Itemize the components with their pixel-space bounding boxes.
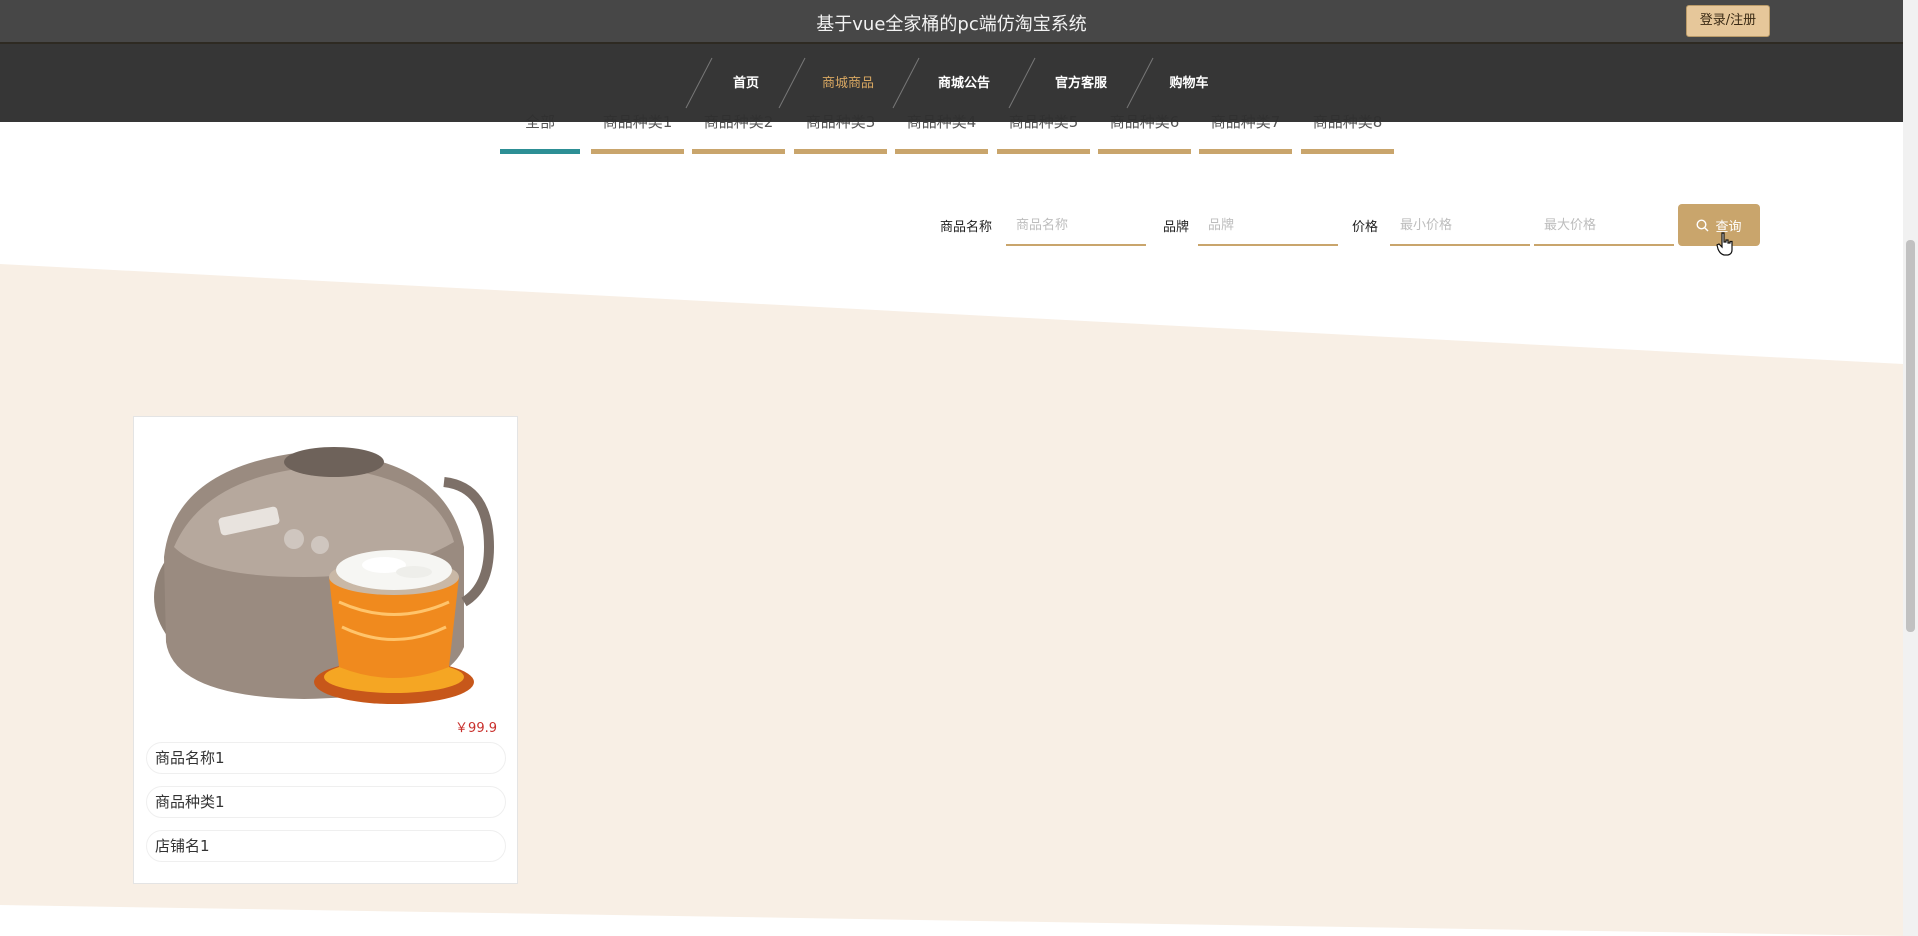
- product-name-label: 商品名称: [940, 220, 993, 235]
- product-price: ￥99.9: [455, 721, 497, 736]
- scrollbar[interactable]: [1903, 0, 1918, 936]
- hand-cursor-icon: [1716, 232, 1733, 256]
- price-label: 价格: [1352, 220, 1379, 235]
- scrollbar-thumb[interactable]: [1906, 240, 1915, 632]
- site-title: 基于vue全家桶的pc端仿淘宝系统: [816, 14, 1087, 35]
- login-register-button[interactable]: 登录/注册: [1686, 5, 1770, 37]
- min-price-input[interactable]: [1390, 206, 1530, 246]
- page: 全部 商品种类1 商品种类2 商品种类3 商品种类4 商品种类5 商品种类6 商…: [0, 0, 1918, 936]
- nav-dividers: [685, 57, 1154, 109]
- brand-label: 品牌: [1163, 220, 1190, 235]
- product-shop: 店铺名1: [146, 830, 506, 862]
- max-price-input[interactable]: [1534, 206, 1674, 246]
- search-icon: [1696, 218, 1709, 231]
- top-header: 基于vue全家桶的pc端仿淘宝系统 登录/注册: [0, 0, 1903, 44]
- product-image[interactable]: [144, 427, 507, 705]
- product-category: 商品种类1: [146, 786, 506, 818]
- product-card[interactable]: ￥99.9 商品名称1 商品种类1 店铺名1: [133, 416, 518, 884]
- product-name: 商品名称1: [146, 742, 506, 774]
- product-name-input[interactable]: [1006, 206, 1146, 246]
- brand-input[interactable]: [1198, 206, 1338, 246]
